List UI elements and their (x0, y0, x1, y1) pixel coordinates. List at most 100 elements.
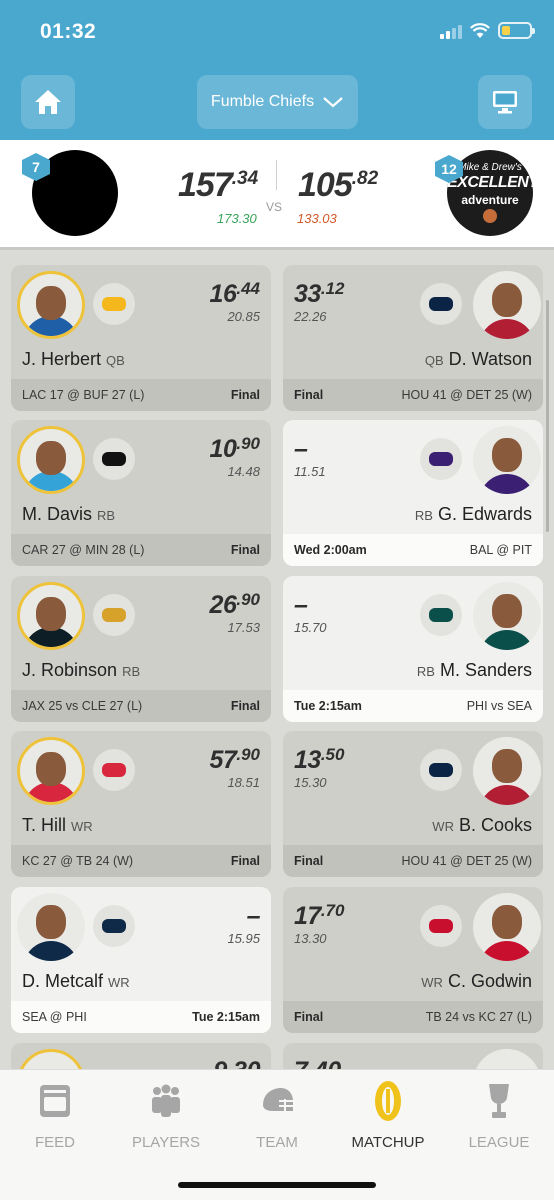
player-photo[interactable] (17, 737, 85, 805)
team-logo-icon (420, 749, 462, 791)
right-team-projected: 133.03 (297, 211, 337, 226)
player-name[interactable]: RB M. Sanders (417, 660, 532, 681)
game-info: SEA @ PHI Tue 2:15am (11, 1001, 271, 1033)
status-icons (440, 22, 535, 39)
player-name[interactable]: D. Metcalf WR (22, 971, 130, 992)
tab-matchup-label: MATCHUP (351, 1134, 425, 1151)
game-status: Final (230, 388, 260, 402)
team-logo-icon (420, 905, 462, 947)
player-position: WR (71, 819, 93, 834)
player-photo[interactable] (17, 893, 85, 961)
game-info: Wed 2:00am BAL @ PIT (283, 534, 543, 566)
tab-players-label: PLAYERS (131, 1134, 201, 1151)
football-icon (370, 1081, 406, 1121)
left-team-score: 157.34 (178, 166, 259, 204)
player-projected: 15.70 (294, 620, 327, 635)
player-points: 16.44 (209, 279, 260, 308)
game-score: BAL @ PIT (469, 543, 532, 557)
player-card-left[interactable]: –15.95 D. Metcalf WR SEA @ PHI Tue 2:15am (11, 887, 271, 1033)
game-status: Final (294, 854, 324, 868)
scrollbar[interactable] (546, 300, 549, 532)
player-position: QB (106, 353, 125, 368)
player-photo[interactable] (17, 582, 85, 650)
game-info: Tue 2:15am PHI vs SEA (283, 690, 543, 722)
team-logo-icon (93, 594, 135, 636)
team-logo-icon (93, 749, 135, 791)
player-points: 33.12 (294, 279, 345, 308)
team-logo-icon (420, 283, 462, 325)
tab-bar: FEED PLAYERS TEAM MATCHUP LEAGUE (0, 1069, 554, 1200)
home-indicator (178, 1182, 376, 1188)
helmet-icon (259, 1082, 295, 1120)
feed-icon (37, 1082, 73, 1120)
trophy-icon (481, 1082, 517, 1120)
player-projected: 14.48 (227, 464, 260, 479)
game-score: TB 24 vs KC 27 (L) (425, 1010, 532, 1024)
home-icon (35, 90, 61, 114)
game-score: PHI vs SEA (466, 699, 532, 713)
game-info: Final HOU 41 @ DET 25 (W) (283, 379, 543, 411)
monitor-button[interactable] (478, 75, 532, 129)
game-status: Final (294, 388, 324, 402)
player-card-left[interactable]: 57.90 18.51 T. Hill WR KC 27 @ TB 24 (W) Fina… (11, 731, 271, 877)
player-position: WR (108, 975, 130, 990)
player-photo[interactable] (473, 893, 541, 961)
battery-icon (498, 22, 535, 39)
player-name[interactable]: M. Davis RB (22, 504, 115, 525)
team-logo-icon (93, 438, 135, 480)
player-points: – (294, 591, 308, 619)
player-points: – (294, 435, 308, 463)
right-team-score: 105.82 (298, 166, 379, 204)
player-photo[interactable] (17, 426, 85, 494)
player-name[interactable]: RB G. Edwards (415, 504, 532, 525)
game-status: Final (230, 854, 260, 868)
player-photo[interactable] (473, 737, 541, 805)
player-photo[interactable] (473, 582, 541, 650)
game-score: JAX 25 vs CLE 27 (L) (22, 699, 143, 713)
player-points: 57.90 (209, 745, 260, 774)
player-card-right[interactable]: –15.70 RB M. Sanders Tue 2:15am PHI vs SEA (283, 576, 543, 722)
player-position: RB (97, 508, 116, 523)
signal-icon (440, 23, 462, 39)
game-score: CAR 27 @ MIN 28 (L) (22, 543, 145, 557)
player-points: 10.90 (209, 434, 260, 463)
game-info: CAR 27 @ MIN 28 (L) Final (11, 534, 271, 566)
team-logo-icon (93, 283, 135, 325)
player-card-left[interactable]: 26.90 17.53 J. Robinson RB JAX 25 vs CLE 27 … (11, 576, 271, 722)
team-logo-icon (420, 594, 462, 636)
game-status: Final (230, 699, 260, 713)
player-name[interactable]: T. Hill WR (22, 815, 93, 836)
player-name[interactable]: J. Robinson RB (22, 660, 140, 681)
player-card-right[interactable]: –11.51 RB G. Edwards Wed 2:00am BAL @ PIT (283, 420, 543, 566)
player-name[interactable]: WR B. Cooks (432, 815, 532, 836)
tab-feed[interactable]: FEED (0, 1082, 110, 1151)
player-projected: 17.53 (227, 620, 260, 635)
tab-team-label: TEAM (256, 1134, 298, 1151)
tab-players[interactable]: PLAYERS (111, 1082, 221, 1151)
tab-league[interactable]: LEAGUE (444, 1082, 554, 1151)
player-photo[interactable] (473, 271, 541, 339)
player-name[interactable]: QB D. Watson (425, 349, 532, 370)
player-position: RB (416, 664, 435, 679)
player-points: 13.50 (294, 745, 345, 774)
game-status: Tue 2:15am (294, 699, 362, 713)
player-card-right[interactable]: 33.12 22.26 QB D. Watson Final HOU 41 @ DET 2… (283, 265, 543, 411)
tab-team[interactable]: TEAM (222, 1082, 332, 1151)
player-photo[interactable] (17, 271, 85, 339)
tab-matchup[interactable]: MATCHUP (333, 1081, 443, 1151)
home-button[interactable] (21, 75, 75, 129)
player-card-left[interactable]: 16.44 20.85 J. Herbert QB LAC 17 @ BUF 27 (L… (11, 265, 271, 411)
player-card-left[interactable]: 10.90 14.48 M. Davis RB CAR 27 @ MIN 28 (L) F… (11, 420, 271, 566)
player-projected: 11.51 (294, 464, 326, 479)
player-projected: 20.85 (227, 309, 260, 324)
left-team-projected: 173.30 (217, 211, 257, 226)
player-name[interactable]: WR C. Godwin (421, 971, 532, 992)
player-photo[interactable] (473, 426, 541, 494)
player-projected: 15.95 (227, 931, 260, 946)
player-projected: 18.51 (227, 775, 260, 790)
team-select-dropdown[interactable]: Fumble Chiefs (197, 75, 358, 129)
player-card-right[interactable]: 17.70 13.30 WR C. Godwin Final TB 24 vs KC 27… (283, 887, 543, 1033)
player-name[interactable]: J. Herbert QB (22, 349, 125, 370)
game-info: Final TB 24 vs KC 27 (L) (283, 1001, 543, 1033)
player-card-right[interactable]: 13.50 15.30 WR B. Cooks Final HOU 41 @ DET 25… (283, 731, 543, 877)
